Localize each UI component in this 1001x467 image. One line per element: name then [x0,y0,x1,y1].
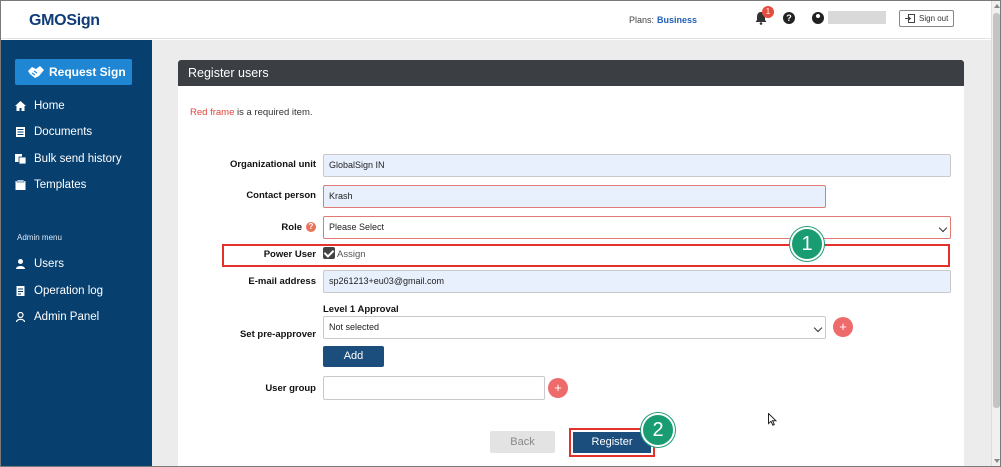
preapprover-select-value: Not selected [329,322,380,332]
top-header: GMOSign Plans: Business 1 ? Sign out [1,1,991,39]
mouse-cursor-icon [768,413,777,426]
required-note-red: Red frame [190,107,235,118]
plans-indicator: Plans: Business [629,15,697,25]
app-window: GMOSign Plans: Business 1 ? Sign out Requ… [0,0,1001,467]
set-preapprover-label: Set pre-approver [239,329,316,340]
sidebar-item-templates[interactable]: Templates [15,177,86,193]
chevron-down-icon [938,223,948,233]
preapprover-select[interactable]: Not selected [323,316,826,339]
sidebar-item-operation-log[interactable]: Operation log [15,283,103,299]
log-icon [16,286,25,296]
email-field[interactable]: sp261213+eu03@gmail.com [323,270,951,293]
required-note: Red frame is a required item. [190,107,313,118]
add-approver-plus-button[interactable]: + [833,317,853,337]
request-sign-button[interactable]: Request Sign [15,59,132,85]
home-icon [15,101,26,111]
user-icon [16,259,25,269]
vertical-scrollbar[interactable] [991,1,1000,466]
bulk-send-icon [15,154,26,164]
required-note-rest: is a required item. [234,107,313,118]
sidebar-item-label: Operation log [34,285,104,297]
org-unit-label: Organizational unit [229,159,316,170]
role-help-icon[interactable]: ? [306,222,316,232]
user-group-input[interactable] [323,376,545,400]
step-1-marker: 1 [790,227,824,261]
add-user-group-plus-button[interactable]: + [548,378,568,398]
help-icon[interactable]: ? [783,12,795,24]
sidebar-item-label: Bulk send history [34,153,122,165]
contact-person-field[interactable]: Krash [323,185,826,208]
signout-label: Sign out [919,14,949,23]
user-group-label: User group [265,383,316,394]
templates-icon [15,180,26,190]
org-unit-field[interactable]: GlobalSign IN [323,154,951,177]
admin-menu-label: Admin menu [17,233,62,242]
user-icon[interactable] [812,12,824,24]
role-label: Role [281,222,302,233]
user-name-redacted[interactable] [828,11,886,24]
add-button[interactable]: Add [323,346,384,367]
role-select-value: Please Select [329,222,385,232]
sidebar-item-admin-panel[interactable]: Admin Panel [15,309,99,325]
panel-title: Register users [178,60,964,86]
register-users-panel: Register users Red frame is a required i… [178,60,964,466]
plans-value: Business [657,15,698,25]
scroll-down-arrow-icon[interactable] [994,459,1000,463]
admin-panel-icon [15,312,26,322]
signout-button[interactable]: Sign out [899,10,954,27]
sidebar-item-label: Admin Panel [34,311,100,323]
plans-label: Plans: [629,15,655,25]
power-user-checkbox[interactable] [323,247,335,259]
email-label: E-mail address [248,276,316,287]
sidebar-item-users[interactable]: Users [15,256,64,272]
sidebar-item-home[interactable]: Home [15,98,65,114]
assign-label: Assign [337,249,366,260]
back-button[interactable]: Back [490,431,555,453]
sidebar-item-bulk-send[interactable]: Bulk send history [15,151,122,167]
step-2-marker: 2 [641,413,675,447]
signout-icon [905,14,915,23]
contact-person-label: Contact person [246,190,316,201]
register-button[interactable]: Register [573,432,651,453]
handshake-icon [28,66,44,78]
chevron-down-icon [813,323,823,333]
role-select[interactable]: Please Select [323,216,951,239]
notification-badge: 1 [762,6,774,18]
sidebar-item-label: Templates [34,179,87,191]
documents-icon [16,127,25,137]
sidebar-item-documents[interactable]: Documents [15,124,92,140]
level-1-approval-label: Level 1 Approval [323,304,399,315]
gmosign-logo[interactable]: GMOSign [29,12,100,30]
power-user-label: Power User [263,249,316,260]
sidebar-item-label: Home [34,100,65,112]
scroll-thumb[interactable] [993,13,1000,408]
sidebar-item-label: Documents [34,126,93,138]
sidebar-item-label: Users [34,258,65,270]
scroll-up-arrow-icon[interactable] [994,4,1000,8]
sidebar: Request Sign Home Documents Bulk send hi… [1,40,152,466]
request-sign-label: Request Sign [49,65,126,79]
